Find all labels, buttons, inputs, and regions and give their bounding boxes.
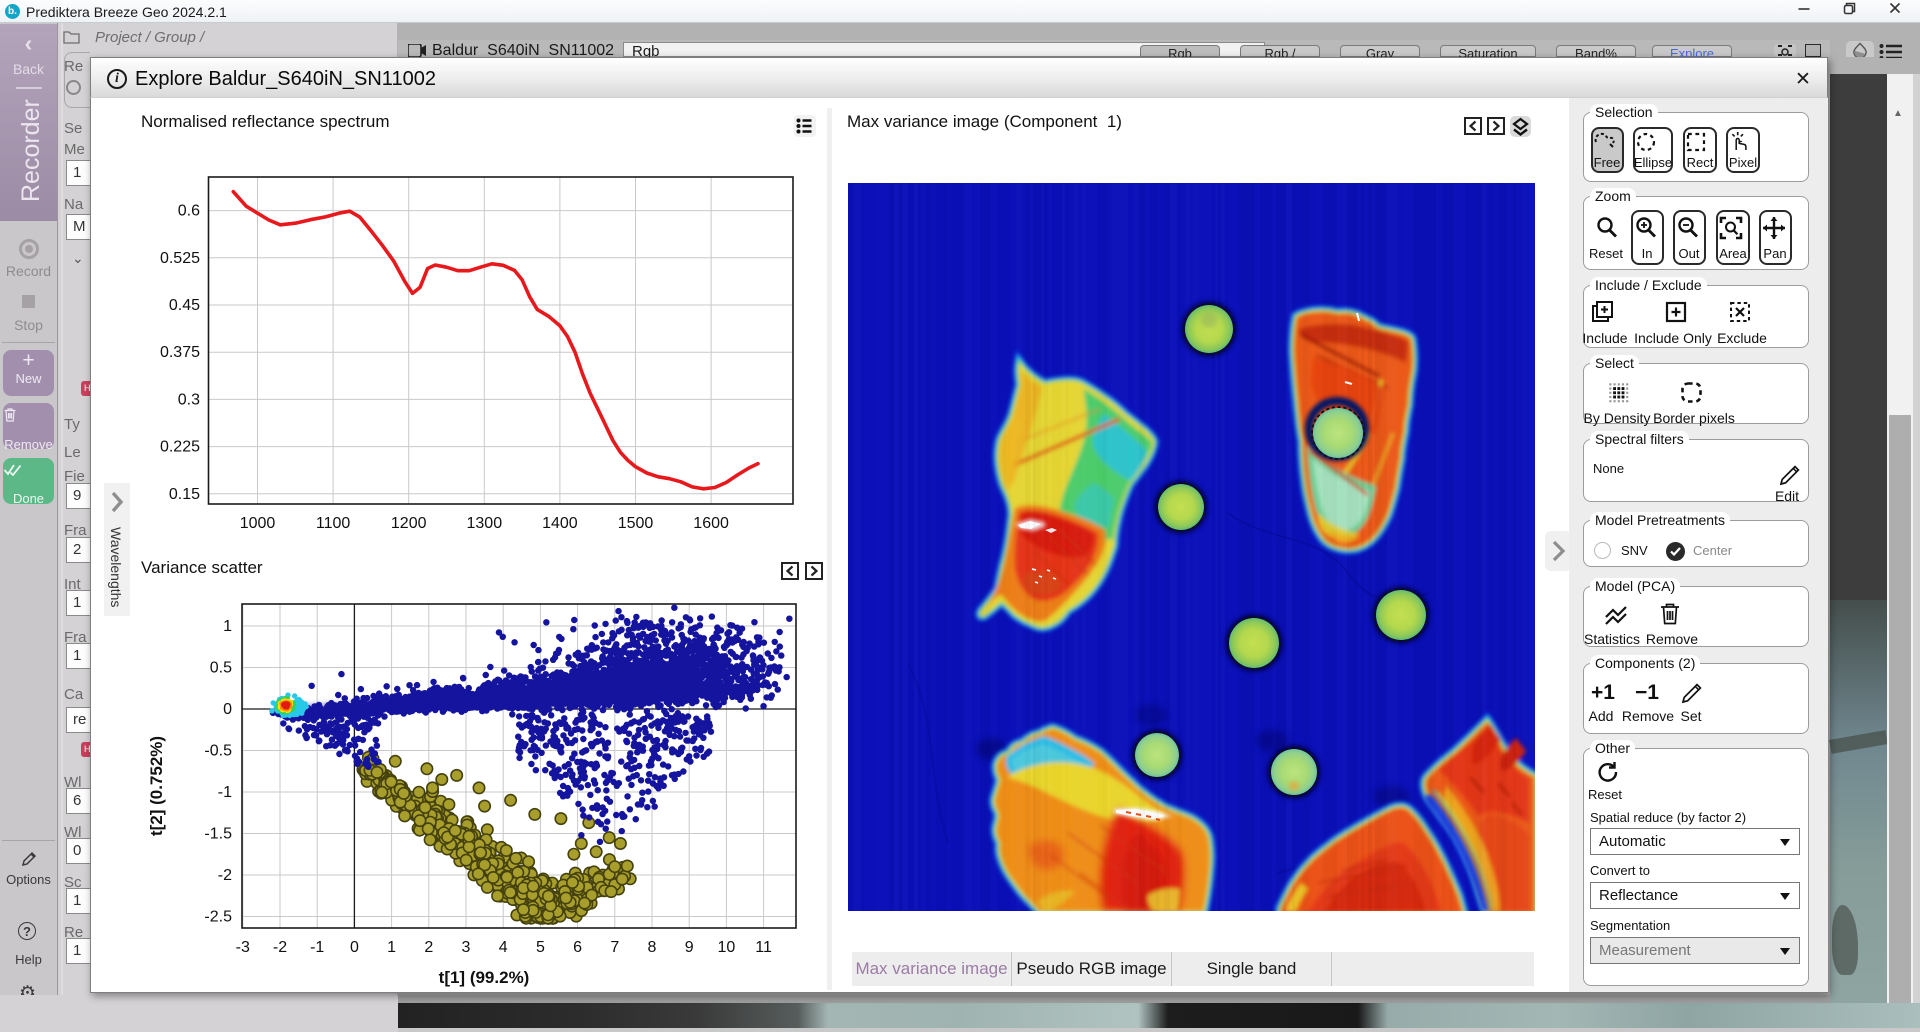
svg-text:1600: 1600 [693, 515, 729, 532]
svg-text:1200: 1200 [391, 515, 427, 532]
svg-text:t[1] (99.2%): t[1] (99.2%) [439, 968, 530, 987]
svg-text:1: 1 [387, 939, 396, 956]
svg-text:1400: 1400 [542, 515, 578, 532]
svg-text:0: 0 [223, 701, 232, 718]
svg-text:1300: 1300 [467, 515, 503, 532]
svg-text:-1.5: -1.5 [204, 826, 232, 843]
svg-text:0.5: 0.5 [210, 660, 232, 677]
svg-text:2: 2 [424, 939, 433, 956]
svg-text:6: 6 [573, 939, 582, 956]
svg-text:0.45: 0.45 [169, 297, 200, 314]
svg-text:0.225: 0.225 [160, 439, 200, 456]
svg-text:7: 7 [610, 939, 619, 956]
svg-text:-1: -1 [310, 939, 324, 956]
svg-text:-1: -1 [218, 784, 232, 801]
svg-text:0.525: 0.525 [160, 250, 200, 267]
svg-text:8: 8 [648, 939, 657, 956]
svg-text:0: 0 [350, 939, 359, 956]
svg-text:1100: 1100 [316, 515, 351, 532]
svg-text:1000: 1000 [240, 515, 276, 532]
svg-text:4: 4 [499, 939, 508, 956]
svg-text:1: 1 [223, 618, 232, 635]
svg-text:0.3: 0.3 [178, 391, 200, 408]
svg-text:-2: -2 [273, 939, 287, 956]
svg-text:-3: -3 [236, 939, 250, 956]
svg-text:Recorder: Recorder [17, 99, 45, 202]
svg-text:9: 9 [685, 939, 694, 956]
svg-text:-0.5: -0.5 [204, 743, 232, 760]
svg-text:3: 3 [462, 939, 471, 956]
svg-text:5: 5 [536, 939, 545, 956]
svg-text:11: 11 [755, 939, 772, 956]
svg-text:-2.5: -2.5 [204, 909, 232, 926]
svg-text:-2: -2 [218, 867, 232, 884]
svg-text:0.6: 0.6 [178, 203, 200, 220]
svg-text:1500: 1500 [618, 515, 654, 532]
svg-text:10: 10 [718, 939, 736, 956]
svg-text:t[2] (0.752%): t[2] (0.752%) [147, 736, 166, 836]
svg-text:0.15: 0.15 [169, 486, 200, 503]
svg-text:0.375: 0.375 [160, 344, 200, 361]
